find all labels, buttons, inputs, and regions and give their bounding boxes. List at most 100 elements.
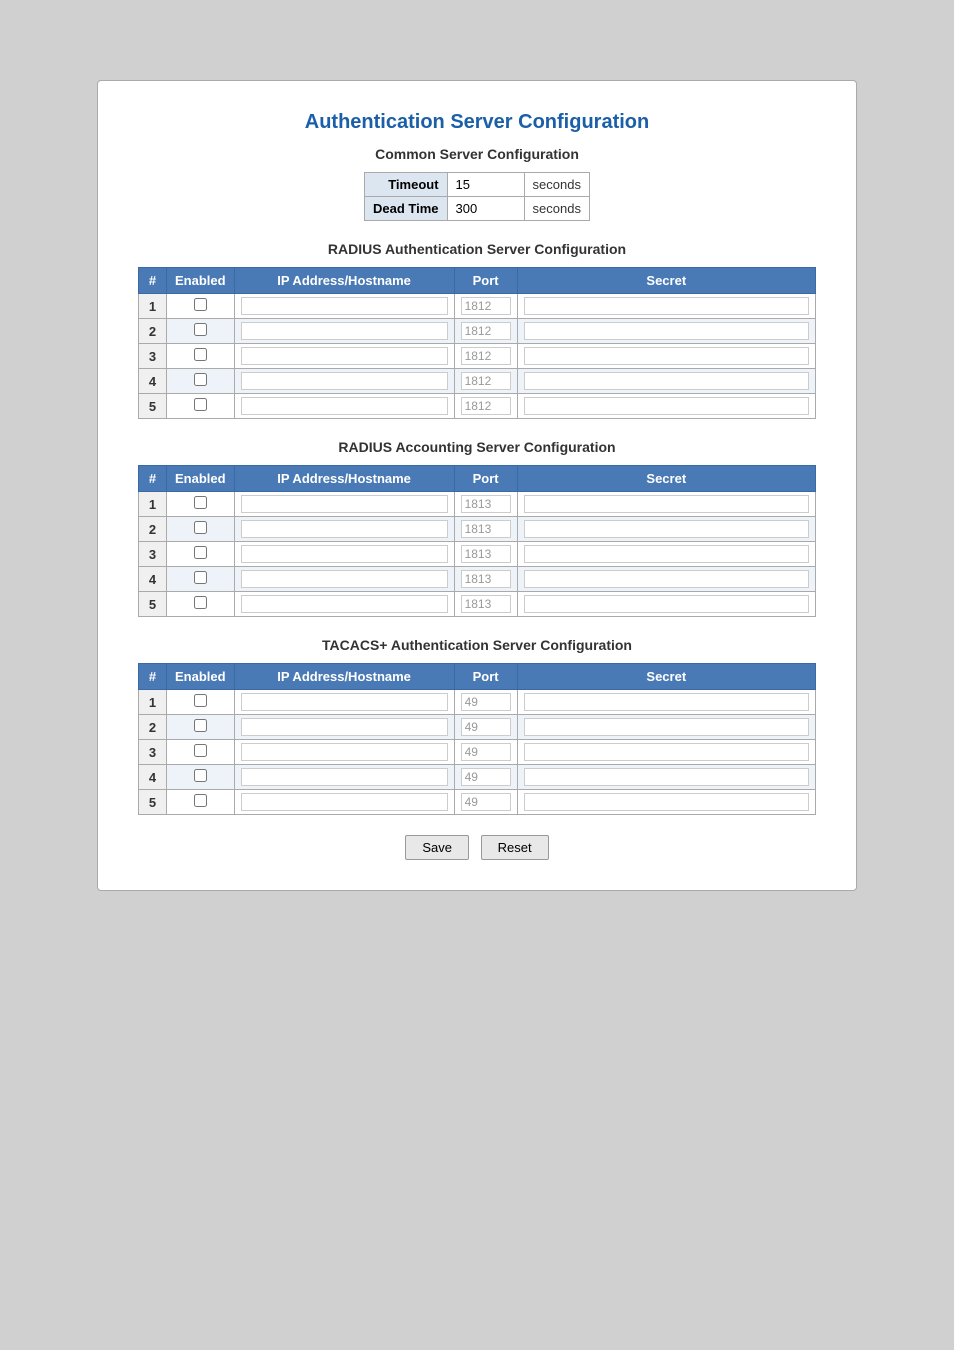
secret-cell[interactable] xyxy=(517,394,815,419)
enabled-cell[interactable] xyxy=(167,394,235,419)
host-cell[interactable] xyxy=(234,542,454,567)
port-cell[interactable] xyxy=(454,765,517,790)
secret-input[interactable] xyxy=(524,570,809,588)
enabled-checkbox[interactable] xyxy=(194,398,207,411)
enabled-checkbox[interactable] xyxy=(194,794,207,807)
port-input[interactable] xyxy=(461,595,511,613)
port-input[interactable] xyxy=(461,322,511,340)
reset-button[interactable]: Reset xyxy=(481,835,549,860)
enabled-checkbox[interactable] xyxy=(194,521,207,534)
secret-cell[interactable] xyxy=(517,740,815,765)
host-cell[interactable] xyxy=(234,517,454,542)
port-cell[interactable] xyxy=(454,690,517,715)
enabled-cell[interactable] xyxy=(167,542,235,567)
port-cell[interactable] xyxy=(454,517,517,542)
host-input[interactable] xyxy=(241,545,448,563)
host-input[interactable] xyxy=(241,718,448,736)
enabled-cell[interactable] xyxy=(167,369,235,394)
secret-input[interactable] xyxy=(524,495,809,513)
enabled-checkbox[interactable] xyxy=(194,596,207,609)
host-cell[interactable] xyxy=(234,492,454,517)
enabled-cell[interactable] xyxy=(167,715,235,740)
host-cell[interactable] xyxy=(234,765,454,790)
secret-input[interactable] xyxy=(524,768,809,786)
enabled-checkbox[interactable] xyxy=(194,744,207,757)
secret-cell[interactable] xyxy=(517,517,815,542)
secret-input[interactable] xyxy=(524,595,809,613)
port-input[interactable] xyxy=(461,372,511,390)
port-cell[interactable] xyxy=(454,294,517,319)
host-input[interactable] xyxy=(241,322,448,340)
port-cell[interactable] xyxy=(454,592,517,617)
port-input[interactable] xyxy=(461,793,511,811)
port-input[interactable] xyxy=(461,495,511,513)
host-cell[interactable] xyxy=(234,294,454,319)
enabled-cell[interactable] xyxy=(167,592,235,617)
save-button[interactable]: Save xyxy=(405,835,469,860)
enabled-checkbox[interactable] xyxy=(194,323,207,336)
timeout-input[interactable] xyxy=(456,177,516,192)
host-input[interactable] xyxy=(241,372,448,390)
enabled-cell[interactable] xyxy=(167,517,235,542)
secret-input[interactable] xyxy=(524,718,809,736)
enabled-checkbox[interactable] xyxy=(194,719,207,732)
deadtime-input[interactable] xyxy=(456,201,516,216)
deadtime-input-cell[interactable] xyxy=(447,197,524,221)
port-input[interactable] xyxy=(461,768,511,786)
port-input[interactable] xyxy=(461,693,511,711)
port-cell[interactable] xyxy=(454,492,517,517)
port-input[interactable] xyxy=(461,297,511,315)
enabled-cell[interactable] xyxy=(167,344,235,369)
host-cell[interactable] xyxy=(234,567,454,592)
host-input[interactable] xyxy=(241,693,448,711)
enabled-checkbox[interactable] xyxy=(194,769,207,782)
host-input[interactable] xyxy=(241,793,448,811)
enabled-cell[interactable] xyxy=(167,492,235,517)
host-cell[interactable] xyxy=(234,344,454,369)
enabled-checkbox[interactable] xyxy=(194,694,207,707)
secret-input[interactable] xyxy=(524,397,809,415)
secret-input[interactable] xyxy=(524,322,809,340)
port-cell[interactable] xyxy=(454,790,517,815)
host-cell[interactable] xyxy=(234,592,454,617)
enabled-checkbox[interactable] xyxy=(194,496,207,509)
enabled-checkbox[interactable] xyxy=(194,571,207,584)
enabled-cell[interactable] xyxy=(167,790,235,815)
secret-cell[interactable] xyxy=(517,319,815,344)
host-input[interactable] xyxy=(241,743,448,761)
secret-cell[interactable] xyxy=(517,690,815,715)
host-input[interactable] xyxy=(241,495,448,513)
secret-cell[interactable] xyxy=(517,790,815,815)
enabled-cell[interactable] xyxy=(167,567,235,592)
secret-input[interactable] xyxy=(524,793,809,811)
secret-cell[interactable] xyxy=(517,715,815,740)
port-input[interactable] xyxy=(461,545,511,563)
host-input[interactable] xyxy=(241,595,448,613)
host-cell[interactable] xyxy=(234,394,454,419)
secret-cell[interactable] xyxy=(517,592,815,617)
port-input[interactable] xyxy=(461,347,511,365)
port-cell[interactable] xyxy=(454,542,517,567)
port-cell[interactable] xyxy=(454,394,517,419)
timeout-input-cell[interactable] xyxy=(447,173,524,197)
host-input[interactable] xyxy=(241,397,448,415)
host-cell[interactable] xyxy=(234,740,454,765)
port-input[interactable] xyxy=(461,570,511,588)
secret-input[interactable] xyxy=(524,545,809,563)
port-input[interactable] xyxy=(461,520,511,538)
host-input[interactable] xyxy=(241,520,448,538)
enabled-checkbox[interactable] xyxy=(194,348,207,361)
port-input[interactable] xyxy=(461,743,511,761)
host-cell[interactable] xyxy=(234,690,454,715)
secret-input[interactable] xyxy=(524,520,809,538)
secret-cell[interactable] xyxy=(517,492,815,517)
secret-cell[interactable] xyxy=(517,369,815,394)
port-input[interactable] xyxy=(461,397,511,415)
secret-input[interactable] xyxy=(524,372,809,390)
enabled-cell[interactable] xyxy=(167,740,235,765)
enabled-checkbox[interactable] xyxy=(194,546,207,559)
host-cell[interactable] xyxy=(234,790,454,815)
secret-cell[interactable] xyxy=(517,542,815,567)
host-cell[interactable] xyxy=(234,319,454,344)
enabled-checkbox[interactable] xyxy=(194,298,207,311)
